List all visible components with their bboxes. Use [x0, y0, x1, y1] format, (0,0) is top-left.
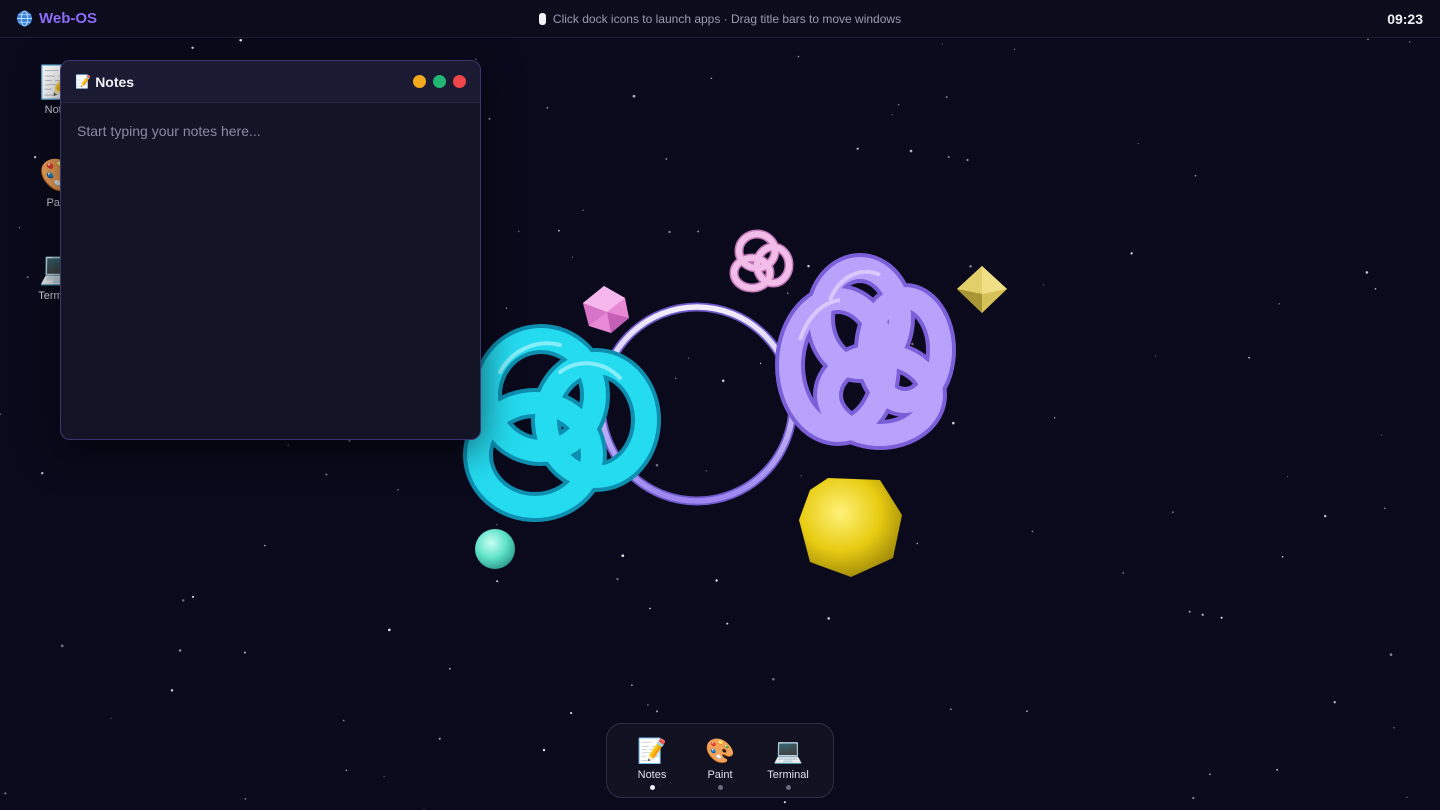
laptop-icon: 💻: [773, 738, 803, 765]
dock: 📝 Notes 🎨 Paint 💻 Terminal: [606, 723, 834, 798]
notes-textarea[interactable]: [61, 103, 480, 439]
notes-window: 📝 Notes: [60, 60, 481, 440]
notes-window-titlebar[interactable]: 📝 Notes: [61, 61, 480, 103]
maximize-button[interactable]: [433, 75, 446, 88]
clock: 09:23: [1387, 11, 1423, 27]
dock-item-label: Paint: [707, 769, 733, 781]
window-title: Notes: [95, 73, 135, 90]
mint-sphere: [475, 529, 515, 569]
top-bar: Web-OS Click dock icons to launch apps ·…: [0, 0, 1440, 38]
notepad-icon: 📝: [637, 738, 667, 765]
cyan-torus-knot: [463, 324, 661, 522]
dock-item-label: Terminal: [767, 769, 809, 781]
running-indicator: [785, 785, 791, 790]
hint-text: Click dock icons to launch apps · Drag t…: [552, 12, 902, 26]
dock-item-terminal[interactable]: 💻 Terminal: [757, 738, 819, 797]
desktop: Web-OS Click dock icons to launch apps ·…: [0, 0, 1440, 810]
window-controls: [413, 75, 466, 88]
close-button[interactable]: [453, 75, 466, 88]
minimize-button[interactable]: [413, 75, 426, 88]
dock-item-label: Notes: [637, 769, 667, 781]
palette-icon: 🎨: [705, 738, 735, 765]
dock-item-paint[interactable]: 🎨 Paint: [689, 738, 751, 797]
running-indicator: [649, 785, 655, 790]
dock-item-notes[interactable]: 📝 Notes: [621, 738, 683, 797]
lavender-torus-knot: [775, 253, 956, 450]
pink-small-torus-knot: [729, 229, 794, 293]
pink-icosahedron: [583, 286, 629, 333]
yellow-sphere: [799, 478, 902, 577]
hint-bar: Click dock icons to launch apps · Drag t…: [0, 12, 1440, 26]
notepad-icon: 📝: [75, 73, 92, 89]
pill-icon: [538, 13, 546, 25]
yellow-octahedron: [957, 266, 1007, 313]
running-indicator: [717, 785, 723, 790]
